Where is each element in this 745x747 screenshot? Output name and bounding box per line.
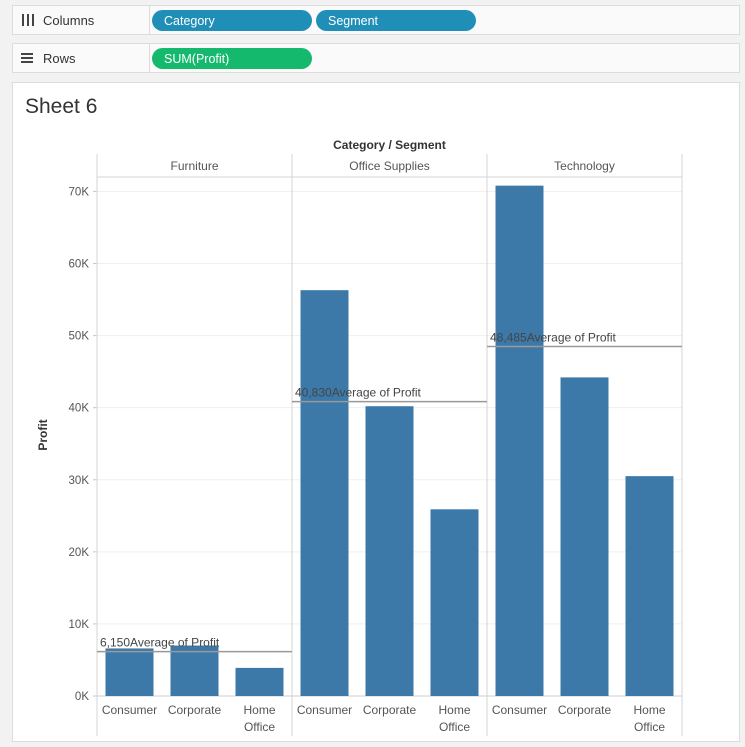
x-category-label: Consumer xyxy=(297,703,352,717)
worksheet: Sheet 6 Category / Segment 0K 10K 20K 30K 40K… xyxy=(12,82,740,742)
rows-shelf-label: Rows xyxy=(13,44,150,72)
x-category-label: Corporate xyxy=(168,703,222,717)
bar xyxy=(170,645,219,696)
panel-header: Technology xyxy=(554,159,615,173)
bar xyxy=(495,185,544,696)
columns-icon xyxy=(21,14,37,26)
bar xyxy=(560,377,609,696)
bar xyxy=(300,290,349,696)
y-tick-label: 10K xyxy=(69,619,90,631)
panel-header: Furniture xyxy=(170,159,218,173)
y-tick-label: 70K xyxy=(69,186,90,198)
y-tick-label: 30K xyxy=(69,475,90,487)
reference-line-label: 40,830Average of Profit xyxy=(295,386,422,400)
segment-pill[interactable]: Segment xyxy=(316,10,476,31)
rows-icon xyxy=(21,52,37,64)
y-tick-label: 40K xyxy=(69,403,90,415)
bar-chart: Category / Segment 0K 10K 20K 30K 40K 50K 60K 70… xyxy=(36,138,683,736)
bar xyxy=(430,509,479,696)
y-tick-label: 50K xyxy=(69,331,90,343)
y-tick-label: 20K xyxy=(69,547,90,559)
x-category-label: Corporate xyxy=(363,703,417,717)
sum-profit-pill[interactable]: SUM(Profit) xyxy=(152,48,312,69)
category-pill[interactable]: Category xyxy=(152,10,312,31)
bar xyxy=(625,476,674,696)
x-category-label: Consumer xyxy=(492,703,547,717)
reference-line-label: 48,485Average of Profit xyxy=(490,331,617,345)
rows-label-text: Rows xyxy=(43,50,76,66)
chart-title: Category / Segment xyxy=(333,138,446,152)
panel-header: Office Supplies xyxy=(349,159,430,173)
rows-shelf[interactable]: Rows SUM(Profit) xyxy=(12,43,740,73)
reference-line-label: 6,150Average of Profit xyxy=(100,636,220,650)
y-tick-label: 0K xyxy=(75,691,89,703)
x-category-label: Home Office xyxy=(438,703,470,734)
bar xyxy=(235,667,284,696)
x-category-label: Home Office xyxy=(243,703,275,734)
x-category-label: Consumer xyxy=(102,703,157,717)
x-category-label: Home Office xyxy=(633,703,665,734)
y-tick-label: 60K xyxy=(69,259,90,271)
columns-shelf[interactable]: Columns Category Segment xyxy=(12,5,740,35)
bar xyxy=(105,648,154,696)
columns-label-text: Columns xyxy=(43,12,95,28)
bar xyxy=(365,406,414,696)
x-category-label: Corporate xyxy=(558,703,612,717)
y-axis-label: Profit xyxy=(36,419,50,450)
columns-shelf-label: Columns xyxy=(13,6,150,34)
